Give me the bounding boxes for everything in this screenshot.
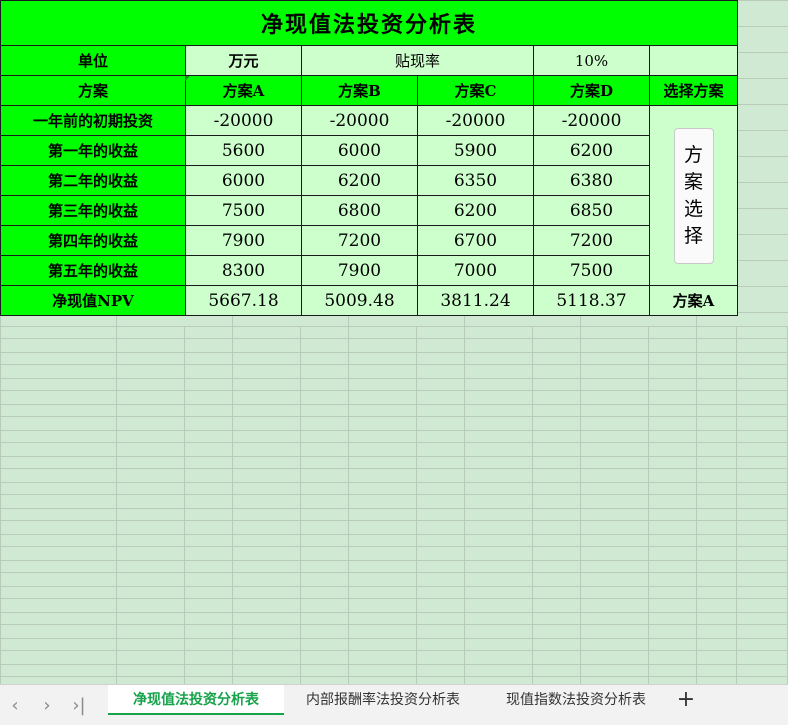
select-button-char: 选: [683, 197, 703, 220]
table-row: 第三年的收益 7500 6800 6200 6850: [0, 195, 738, 226]
value-cell[interactable]: 5900: [417, 135, 534, 166]
chosen-plan[interactable]: 方案A: [649, 285, 738, 316]
row-label[interactable]: 第三年的收益: [0, 195, 186, 226]
comment-indicator: [185, 76, 190, 81]
value-cell[interactable]: 7500: [533, 255, 650, 286]
value-cell[interactable]: -20000: [185, 105, 302, 136]
unit-value[interactable]: 万元: [185, 45, 302, 76]
value-cell[interactable]: 7900: [301, 255, 418, 286]
npv-value[interactable]: 3811.24: [417, 285, 534, 316]
value-cell[interactable]: 6200: [301, 165, 418, 196]
next-sheet-icon[interactable]: ›: [34, 685, 60, 725]
tab-irr[interactable]: 内部报酬率法投资分析表: [290, 685, 476, 715]
tab-pvi[interactable]: 现值指数法投资分析表: [488, 685, 664, 715]
value-cell[interactable]: 6700: [417, 225, 534, 256]
value-cell[interactable]: 7500: [185, 195, 302, 226]
value-cell[interactable]: 5600: [185, 135, 302, 166]
value-cell[interactable]: 6800: [301, 195, 418, 226]
select-button-char: 择: [683, 224, 703, 247]
npv-value[interactable]: 5118.37: [533, 285, 650, 316]
tab-npv[interactable]: 净现值法投资分析表: [108, 685, 284, 715]
select-plan-button[interactable]: 方 案 选 择: [673, 127, 714, 264]
select-button-char: 案: [683, 170, 703, 193]
sheet-tab-bar: ‹ › ›| 净现值法投资分析表 内部报酬率法投资分析表 现值指数法投资分析表 …: [0, 684, 788, 725]
table-row: 第一年的收益 5600 6000 5900 6200: [0, 135, 738, 166]
value-cell[interactable]: 6000: [301, 135, 418, 166]
row-label[interactable]: 第一年的收益: [0, 135, 186, 166]
value-cell[interactable]: 6850: [533, 195, 650, 226]
empty-cell[interactable]: [649, 45, 738, 76]
plan-b-header[interactable]: 方案B: [301, 75, 418, 106]
plan-a-header[interactable]: 方案A: [185, 75, 302, 106]
rate-value[interactable]: 10%: [533, 45, 650, 76]
value-cell[interactable]: 7000: [417, 255, 534, 286]
plan-d-header[interactable]: 方案D: [533, 75, 650, 106]
table-row: 第二年的收益 6000 6200 6350 6380: [0, 165, 738, 196]
table-row: 一年前的初期投资 -20000 -20000 -20000 -20000 方 案…: [0, 105, 738, 286]
value-cell[interactable]: 6200: [417, 195, 534, 226]
first-sheet-icon[interactable]: ‹: [2, 685, 28, 725]
npv-label[interactable]: 净现值NPV: [0, 285, 186, 316]
value-cell[interactable]: 6350: [417, 165, 534, 196]
add-sheet-button[interactable]: +: [674, 685, 698, 715]
value-cell[interactable]: -20000: [301, 105, 418, 136]
value-cell[interactable]: 6380: [533, 165, 650, 196]
row-label[interactable]: 第二年的收益: [0, 165, 186, 196]
npv-value[interactable]: 5009.48: [301, 285, 418, 316]
row-label[interactable]: 第五年的收益: [0, 255, 186, 286]
unit-label[interactable]: 单位: [0, 45, 186, 76]
plan-header[interactable]: 方案: [0, 75, 186, 106]
rate-label[interactable]: 贴现率: [301, 45, 534, 76]
table-row: 第五年的收益 8300 7900 7000 7500: [0, 255, 738, 286]
select-button-char: 方: [683, 143, 703, 166]
row-label[interactable]: 一年前的初期投资: [0, 105, 186, 136]
value-cell[interactable]: 6200: [533, 135, 650, 166]
table-row: 第四年的收益 7900 7200 6700 7200: [0, 225, 738, 256]
value-cell[interactable]: 7900: [185, 225, 302, 256]
npv-analysis-table: 净现值法投资分析表 单位 万元 贴现率 10% 方案 方案A 方案B 方案C 方…: [0, 0, 738, 316]
value-cell[interactable]: -20000: [417, 105, 534, 136]
sheet-title[interactable]: 净现值法投资分析表: [0, 0, 738, 46]
plan-c-header[interactable]: 方案C: [417, 75, 534, 106]
npv-value[interactable]: 5667.18: [185, 285, 302, 316]
value-cell[interactable]: 8300: [185, 255, 302, 286]
select-plan-header[interactable]: 选择方案: [649, 75, 738, 106]
last-sheet-icon[interactable]: ›|: [66, 685, 92, 725]
value-cell[interactable]: 6000: [185, 165, 302, 196]
empty-columns: [0, 326, 788, 684]
value-cell[interactable]: -20000: [533, 105, 650, 136]
value-cell[interactable]: 7200: [533, 225, 650, 256]
row-label[interactable]: 第四年的收益: [0, 225, 186, 256]
select-cell: 方 案 选 择: [649, 105, 738, 286]
value-cell[interactable]: 7200: [301, 225, 418, 256]
